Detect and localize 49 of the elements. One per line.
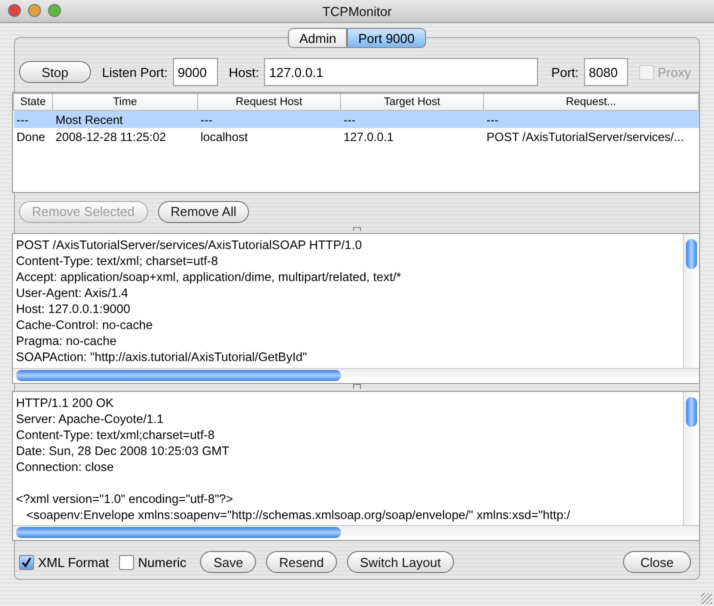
splitter-handle[interactable] [353, 384, 361, 389]
request-text: POST /AxisTutorialServer/services/AxisTutorialSOAP HTTP/1.0 Content-Type: text/xml; charset=utf-8 Accept: application/soap+xml, application/dime, multipart/related, text/* User-Agent: Axis/1.4 Host: 127.0.0.1:9000 Cache-Control: no-cache Pragma: no-cache SOAPAction: "http://axis.tutorial/AxisTutorial/GetById" [15, 237, 402, 366]
table-cell: --- [340, 110, 484, 128]
table-cell: --- [484, 110, 698, 128]
vertical-scrollbar[interactable] [683, 234, 699, 368]
vertical-scrollbar[interactable] [683, 392, 699, 525]
checkbox[interactable] [19, 554, 34, 570]
table-row[interactable]: --- Most Recent --- --- --- [14, 110, 698, 128]
listen-port-field[interactable]: 9000 [172, 58, 218, 86]
action-button[interactable]: Switch Layout [346, 551, 454, 573]
horizontal-scrollbar[interactable] [13, 525, 699, 540]
remove-button[interactable]: Remove All [158, 200, 250, 223]
close-button[interactable] [8, 4, 21, 17]
checkbox-label: XML Format [38, 554, 110, 570]
resize-grip-icon[interactable] [701, 593, 712, 604]
action-button[interactable]: Resend [266, 551, 337, 573]
table-cell: Most Recent [52, 110, 198, 128]
column-header[interactable]: Request... [484, 94, 698, 110]
window-title: TCPMonitor [322, 4, 392, 18]
tab[interactable]: Admin [288, 28, 348, 48]
table-cell: --- [14, 110, 52, 128]
checkbox[interactable] [119, 554, 134, 570]
table-cell: --- [198, 110, 340, 128]
column-header[interactable]: Target Host [340, 94, 484, 110]
column-header[interactable]: Time [52, 94, 198, 110]
table-row[interactable]: Done 2008-12-28 11:25:02 localhost 127.0.0.1 POST /AxisTutorialServer/services/... [14, 128, 698, 145]
response-text: HTTP/1.1 200 OK Server: Apache-Coyote/1.1 Content-Type: text/xml;charset=utf-8 Date: Sun, 28 Dec 2008 10:25:03 GMT Connection: close <?xml version="1.0" encoding="utf-8"?> <soapenv:Envelope xmlns:soapenv="http://schemas.xmlsoap.org/soap/envelope/" xmlns:xsd="http:/ [15, 395, 572, 524]
zoom-button[interactable] [48, 4, 61, 17]
checkbox-label: Numeric [138, 554, 186, 570]
action-button[interactable]: Save [200, 551, 256, 573]
host-field[interactable]: 127.0.0.1 [264, 58, 538, 86]
horizontal-scrollbar[interactable] [13, 368, 699, 384]
port-field[interactable]: 8080 [584, 58, 628, 86]
column-header[interactable]: Request Host [198, 94, 340, 110]
proxy-label: Proxy [658, 64, 691, 80]
listen-port-label: Listen Port: [102, 64, 168, 80]
table-cell: 127.0.0.1 [340, 128, 484, 145]
table-cell: POST /AxisTutorialServer/services/... [484, 128, 698, 145]
action-button[interactable]: Close [623, 551, 691, 573]
table-cell: 2008-12-28 11:25:02 [52, 128, 198, 145]
host-label: Host: [228, 64, 260, 80]
splitter-handle[interactable] [353, 226, 361, 232]
tab[interactable]: Port 9000 [347, 28, 426, 48]
table-cell: Done [14, 128, 52, 145]
stop-button[interactable]: Stop [19, 61, 91, 83]
minimize-button[interactable] [28, 4, 41, 17]
port-label: Port: [551, 64, 579, 80]
column-header[interactable]: State [14, 94, 52, 110]
table-cell: localhost [198, 128, 340, 145]
